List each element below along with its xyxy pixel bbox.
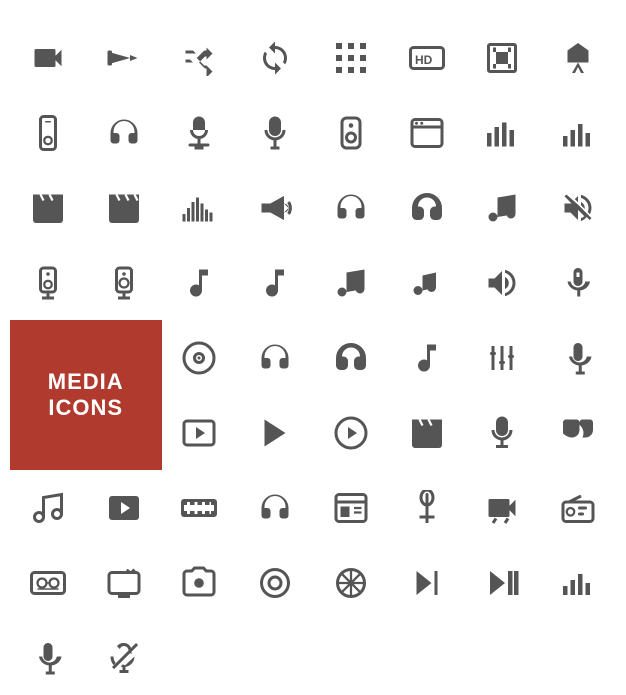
icon-speaker (313, 95, 389, 170)
icon-microphone-handheld (237, 95, 313, 170)
icon-film-grid (313, 20, 389, 95)
icon-play-pause (465, 545, 541, 620)
icon-play-box (162, 395, 238, 470)
icon-note2 (237, 245, 313, 320)
icon-clapperboard (86, 170, 162, 245)
media-icons-label: MEDIA ICONS (10, 320, 162, 470)
icon-camera (162, 545, 238, 620)
icon-shuffle (162, 20, 238, 95)
icon-video-camera (10, 20, 86, 95)
icon-play-box2 (86, 470, 162, 545)
icon-speaker-stand (10, 245, 86, 320)
icon-theater-mask (540, 395, 616, 470)
icon-audio-spectrum (162, 170, 238, 245)
icon-mic2 (540, 320, 616, 395)
icon-mic-solid (540, 245, 616, 320)
icon-mixer (465, 320, 541, 395)
icon-headphones3 (237, 320, 313, 395)
icon-film-strip (465, 20, 541, 95)
icon-browser-window (389, 95, 465, 170)
icon-music-note (465, 170, 541, 245)
icon-mic-stand2 (465, 395, 541, 470)
svg-text:HD: HD (415, 53, 433, 67)
icon-note-beam (389, 245, 465, 320)
icon-cassette (10, 545, 86, 620)
icon-microphone-stick (389, 470, 465, 545)
icon-hd: HD (389, 20, 465, 95)
icon-equalizer-bars2 (540, 95, 616, 170)
icon-cctv (86, 20, 162, 95)
icon-headphones-outline2 (313, 320, 389, 395)
icon-headphone-outline (389, 170, 465, 245)
icon-microphone-stand (162, 95, 238, 170)
icon-clapper2 (389, 395, 465, 470)
icon-play-circle (313, 395, 389, 470)
icon-headphones4 (237, 470, 313, 545)
icon-record (237, 545, 313, 620)
icon-video-tripod (540, 20, 616, 95)
icon-tv (86, 545, 162, 620)
icon-volume-up (465, 245, 541, 320)
icon-single-note (162, 245, 238, 320)
icon-mic-slash (86, 620, 162, 695)
icon-headphones2 (313, 170, 389, 245)
icon-ipod (10, 95, 86, 170)
icon-clapperboard-small (10, 170, 86, 245)
icon-mute (540, 170, 616, 245)
icon-speaker-stand2 (86, 245, 162, 320)
icon-headphones (86, 95, 162, 170)
icon-browser2 (313, 470, 389, 545)
icon-video-cam2 (465, 470, 541, 545)
icon-refresh (237, 20, 313, 95)
icon-equalizer2 (540, 545, 616, 620)
icon-note3 (389, 320, 465, 395)
icon-aperture (313, 545, 389, 620)
icon-radio (540, 470, 616, 545)
icon-cd (162, 320, 238, 395)
icon-megaphone (237, 170, 313, 245)
icon-play-solid (237, 395, 313, 470)
icon-mic3 (10, 620, 86, 695)
icon-grid: HD (10, 20, 616, 695)
icon-double-note (313, 245, 389, 320)
main-container: HD (0, 0, 626, 626)
icon-film-strip2 (162, 470, 238, 545)
icon-equalizer-bars (465, 95, 541, 170)
icon-music-notes2 (10, 470, 86, 545)
icon-skip-next (389, 545, 465, 620)
